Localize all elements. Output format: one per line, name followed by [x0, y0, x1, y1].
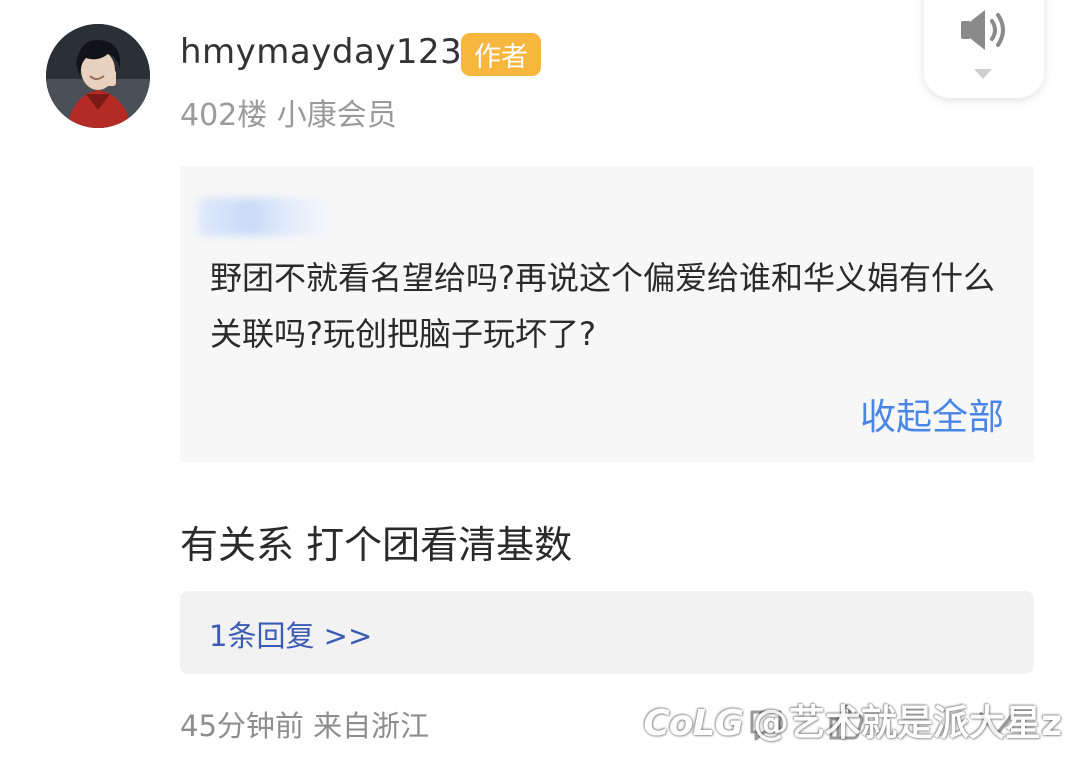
collapse-all-button[interactable]: 收起全部 — [860, 388, 1004, 440]
quoted-text: 野团不就看名望给吗?再说这个偏爱给谁和华义娟有什么关联吗?玩创把脑子玩坏了? — [210, 259, 995, 353]
watermark-text: @艺术就是派大星z — [753, 703, 1062, 744]
view-replies-link[interactable]: 1条回复 >> — [209, 613, 372, 655]
speaker-icon — [961, 10, 1005, 50]
avatar-illustration — [46, 24, 150, 128]
watermark: CoLG @艺术就是派大星z — [643, 694, 1062, 746]
watermark-logo: CoLG — [643, 703, 744, 744]
username[interactable]: hmymayday123 — [180, 32, 462, 72]
quoted-username-blurred — [198, 198, 328, 236]
chevron-down-icon — [974, 69, 992, 79]
floor-info: 402楼 小康会员 — [180, 98, 397, 133]
subreply-panel[interactable]: 1条回复 >> — [180, 591, 1034, 674]
post-meta: 45分钟前 来自浙江 — [180, 709, 430, 743]
comment-body: 有关系 打个团看清基数 — [180, 523, 573, 567]
author-badge: 作者 — [461, 33, 541, 76]
avatar[interactable] — [46, 24, 150, 128]
quoted-comment: 野团不就看名望给吗?再说这个偏爱给谁和华义娟有什么关联吗?玩创把脑子玩坏了? 收… — [180, 166, 1034, 462]
sound-button[interactable] — [924, 0, 1044, 98]
